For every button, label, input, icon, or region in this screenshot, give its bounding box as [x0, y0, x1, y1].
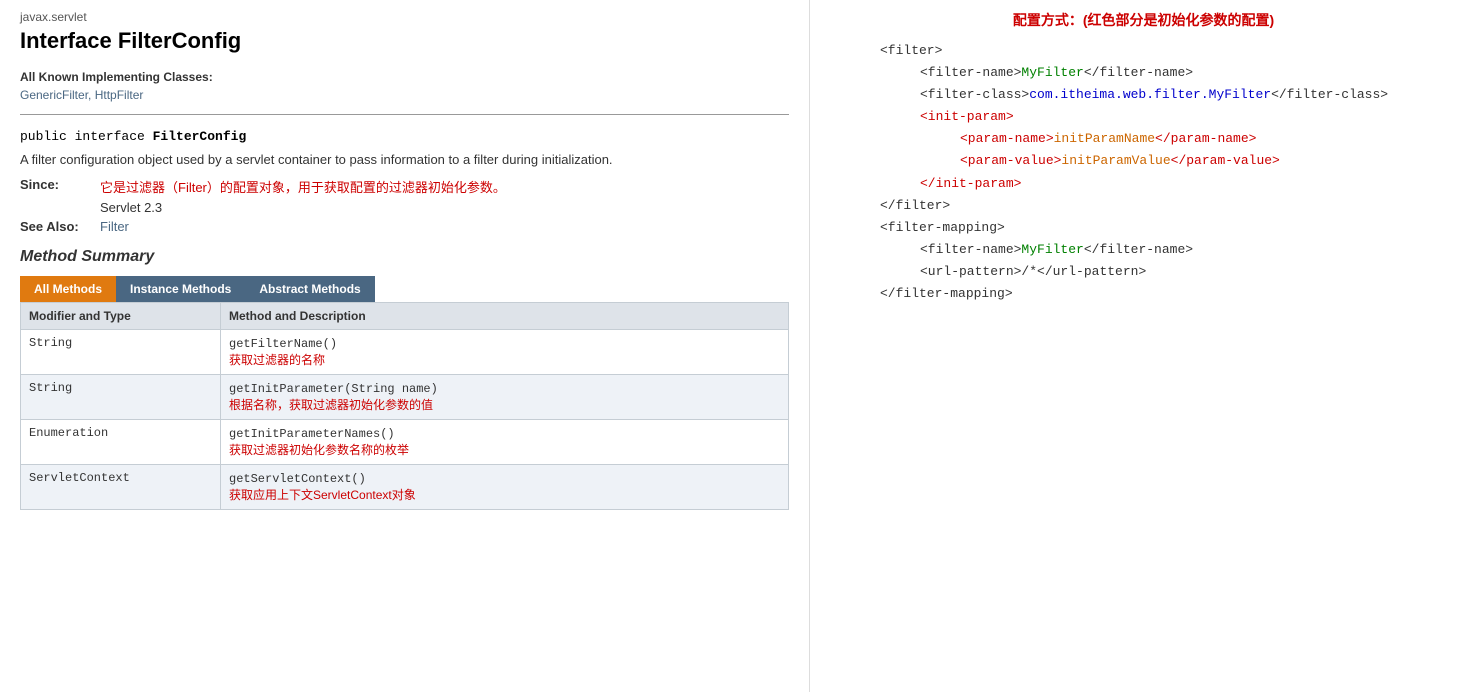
see-also-value: Filter [100, 219, 129, 234]
table-row: Enumeration getInitParameterNames() 获取过滤… [21, 420, 789, 465]
col-modifier: Modifier and Type [21, 303, 221, 330]
method-sig: getInitParameterNames() [229, 427, 395, 441]
method-desc: 根据名称，获取过滤器初始化参数的值 [229, 398, 433, 412]
method-tabs: All Methods Instance Methods Abstract Me… [20, 276, 789, 302]
xml-filter-name: <filter-name>MyFilter</filter-name> [880, 62, 1447, 84]
xml-filter-class: <filter-class>com.itheima.web.filter.MyF… [880, 84, 1447, 106]
xml-fm-filter-name: <filter-name>MyFilter</filter-name> [880, 239, 1447, 261]
method-cell: getInitParameter(String name) 根据名称，获取过滤器… [221, 375, 789, 420]
method-desc: 获取过滤器初始化参数名称的枚举 [229, 443, 409, 457]
xml-param-value: <param-value>initParamValue</param-value… [880, 150, 1447, 172]
package-name: javax.servlet [20, 10, 789, 24]
method-desc: 获取过滤器的名称 [229, 353, 325, 367]
xml-url-pattern: <url-pattern>/*</url-pattern> [880, 261, 1447, 283]
since-value: 它是过滤器（Filter）的配置对象，用于获取配置的过滤器初始化参数。 [100, 177, 506, 196]
see-also-row: See Also: Filter [20, 219, 789, 234]
implementing-classes: GenericFilter, HttpFilter [20, 88, 789, 102]
since-label: Since: [20, 177, 100, 196]
xml-filter-open: <filter> [880, 40, 1447, 62]
method-table: Modifier and Type Method and Description… [20, 302, 789, 510]
method-summary-title: Method Summary [20, 248, 789, 266]
left-panel: javax.servlet Interface FilterConfig All… [0, 0, 810, 692]
implementing-label: All Known Implementing Classes: [20, 70, 789, 84]
xml-filter-mapping-open: <filter-mapping> [880, 217, 1447, 239]
config-title: 配置方式：(红色部分是初始化参数的配置) [840, 10, 1447, 30]
see-also-label: See Also: [20, 219, 100, 234]
method-sig: getInitParameter(String name) [229, 382, 438, 396]
xml-param-name: <param-name>initParamName</param-name> [880, 128, 1447, 150]
table-row: ServletContext getServletContext() 获取应用上… [21, 465, 789, 510]
method-summary: Method Summary All Methods Instance Meth… [20, 248, 789, 510]
table-row: String getInitParameter(String name) 根据名… [21, 375, 789, 420]
meta-table: Since: 它是过滤器（Filter）的配置对象，用于获取配置的过滤器初始化参… [20, 177, 789, 234]
interface-title: Interface FilterConfig [20, 28, 789, 54]
version-label [20, 200, 100, 215]
xml-block: <filter> <filter-name>MyFilter</filter-n… [840, 40, 1447, 305]
xml-init-param-close: </init-param> [880, 173, 1447, 195]
tab-abstract-methods[interactable]: Abstract Methods [245, 276, 374, 302]
method-cell: getFilterName() 获取过滤器的名称 [221, 330, 789, 375]
modifier-cell: Enumeration [21, 420, 221, 465]
divider [20, 114, 789, 115]
since-row: Since: 它是过滤器（Filter）的配置对象，用于获取配置的过滤器初始化参… [20, 177, 789, 196]
description: A filter configuration object used by a … [20, 152, 789, 167]
col-method: Method and Description [221, 303, 789, 330]
xml-filter-mapping-close: </filter-mapping> [880, 283, 1447, 305]
code-declaration: public interface FilterConfig [20, 129, 789, 144]
modifier-cell: ServletContext [21, 465, 221, 510]
modifier-cell: String [21, 375, 221, 420]
method-desc: 获取应用上下文ServletContext对象 [229, 488, 416, 502]
method-cell: getInitParameterNames() 获取过滤器初始化参数名称的枚举 [221, 420, 789, 465]
method-sig: getServletContext() [229, 472, 366, 486]
xml-filter-close: </filter> [880, 195, 1447, 217]
modifier-cell: String [21, 330, 221, 375]
xml-init-param-open: <init-param> [880, 106, 1447, 128]
version-value: Servlet 2.3 [100, 200, 162, 215]
tab-instance-methods[interactable]: Instance Methods [116, 276, 245, 302]
version-row: Servlet 2.3 [20, 200, 789, 215]
method-sig: getFilterName() [229, 337, 337, 351]
method-cell: getServletContext() 获取应用上下文ServletContex… [221, 465, 789, 510]
table-row: String getFilterName() 获取过滤器的名称 [21, 330, 789, 375]
right-panel: 配置方式：(红色部分是初始化参数的配置) <filter> <filter-na… [810, 0, 1477, 692]
tab-all-methods[interactable]: All Methods [20, 276, 116, 302]
